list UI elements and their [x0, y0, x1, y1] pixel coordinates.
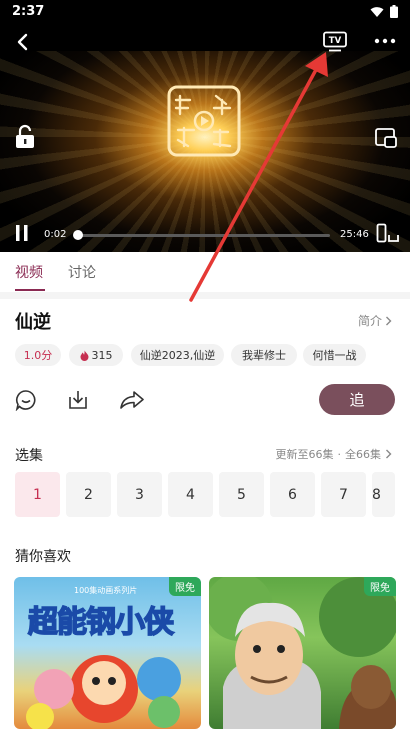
- tag-chip[interactable]: 我辈修士: [231, 344, 297, 366]
- intro-label: 简介: [357, 314, 382, 328]
- poster-title: 超能钢小侠: [27, 604, 175, 641]
- episode-item[interactable]: 7: [321, 472, 366, 517]
- free-badge: 限免: [364, 577, 396, 596]
- duration-time: 25:46: [340, 229, 369, 240]
- screen-lock-icon[interactable]: [14, 124, 36, 150]
- show-title: 仙逆: [15, 312, 51, 333]
- fullscreen-icon[interactable]: [376, 223, 400, 243]
- episode-item[interactable]: 8: [372, 472, 395, 517]
- episodes-total: 全66集: [345, 448, 381, 461]
- tv-cast-icon[interactable]: TV: [322, 31, 348, 53]
- pip-icon[interactable]: [374, 127, 398, 149]
- heat-value: 315: [91, 348, 113, 362]
- flame-icon: [80, 350, 88, 361]
- episode-item[interactable]: 4: [168, 472, 213, 517]
- content-tabs: 视频 讨论: [0, 252, 410, 293]
- episode-item[interactable]: 1: [15, 472, 60, 517]
- episode-item[interactable]: 2: [66, 472, 111, 517]
- chevron-right-icon: [386, 316, 392, 325]
- svg-text:TV: TV: [329, 36, 342, 46]
- wifi-icon: [370, 6, 384, 17]
- follow-button[interactable]: 追: [319, 384, 395, 415]
- progress-knob[interactable]: [72, 230, 83, 240]
- recommend-card[interactable]: 100集动画系列片 超能钢小侠 限免: [14, 577, 201, 729]
- video-player[interactable]: TV 0:02 25:46: [0, 26, 410, 252]
- tag-chip[interactable]: 仙逆2023,仙逆: [131, 344, 224, 366]
- more-icon[interactable]: [373, 36, 397, 46]
- current-time: 0:02: [44, 229, 67, 240]
- heat-tag: 315: [69, 344, 123, 366]
- recommend-card[interactable]: 限免: [209, 577, 396, 729]
- episodes-dot: ·: [337, 447, 342, 461]
- back-icon[interactable]: [14, 32, 32, 52]
- active-tab-indicator: [15, 289, 45, 291]
- free-badge: 限免: [169, 577, 201, 596]
- comment-icon[interactable]: [15, 389, 37, 411]
- tag-chip[interactable]: 何惜一战: [303, 344, 366, 366]
- status-icons: [370, 5, 398, 18]
- episodes-summary[interactable]: 更新至66集 · 全66集: [276, 446, 393, 462]
- poster-art: [209, 577, 396, 729]
- poster-subtitle: 100集动画系列片: [74, 586, 138, 595]
- rating-value: 1.0分: [23, 349, 53, 362]
- share-icon[interactable]: [119, 389, 145, 411]
- status-bar: 2:37: [0, 0, 410, 26]
- rating-tag: 1.0分: [15, 344, 61, 366]
- battery-icon: [390, 5, 398, 18]
- recommend-title: 猜你喜欢: [15, 549, 71, 565]
- channel-logo: [167, 85, 241, 157]
- episodes-update: 更新至66集: [275, 448, 334, 461]
- episode-item[interactable]: 6: [270, 472, 315, 517]
- progress-bar[interactable]: [72, 230, 330, 240]
- intro-link[interactable]: 简介: [358, 312, 392, 329]
- download-icon[interactable]: [67, 389, 89, 411]
- divider: [0, 292, 410, 299]
- tab-discussion[interactable]: 讨论: [68, 262, 96, 282]
- status-time: 2:37: [12, 4, 45, 19]
- episode-item[interactable]: 3: [117, 472, 162, 517]
- pause-icon[interactable]: [14, 224, 30, 242]
- tab-video[interactable]: 视频: [15, 262, 43, 282]
- chevron-right-icon: [386, 449, 392, 459]
- episode-item[interactable]: 5: [219, 472, 264, 517]
- episodes-title: 选集: [15, 448, 43, 464]
